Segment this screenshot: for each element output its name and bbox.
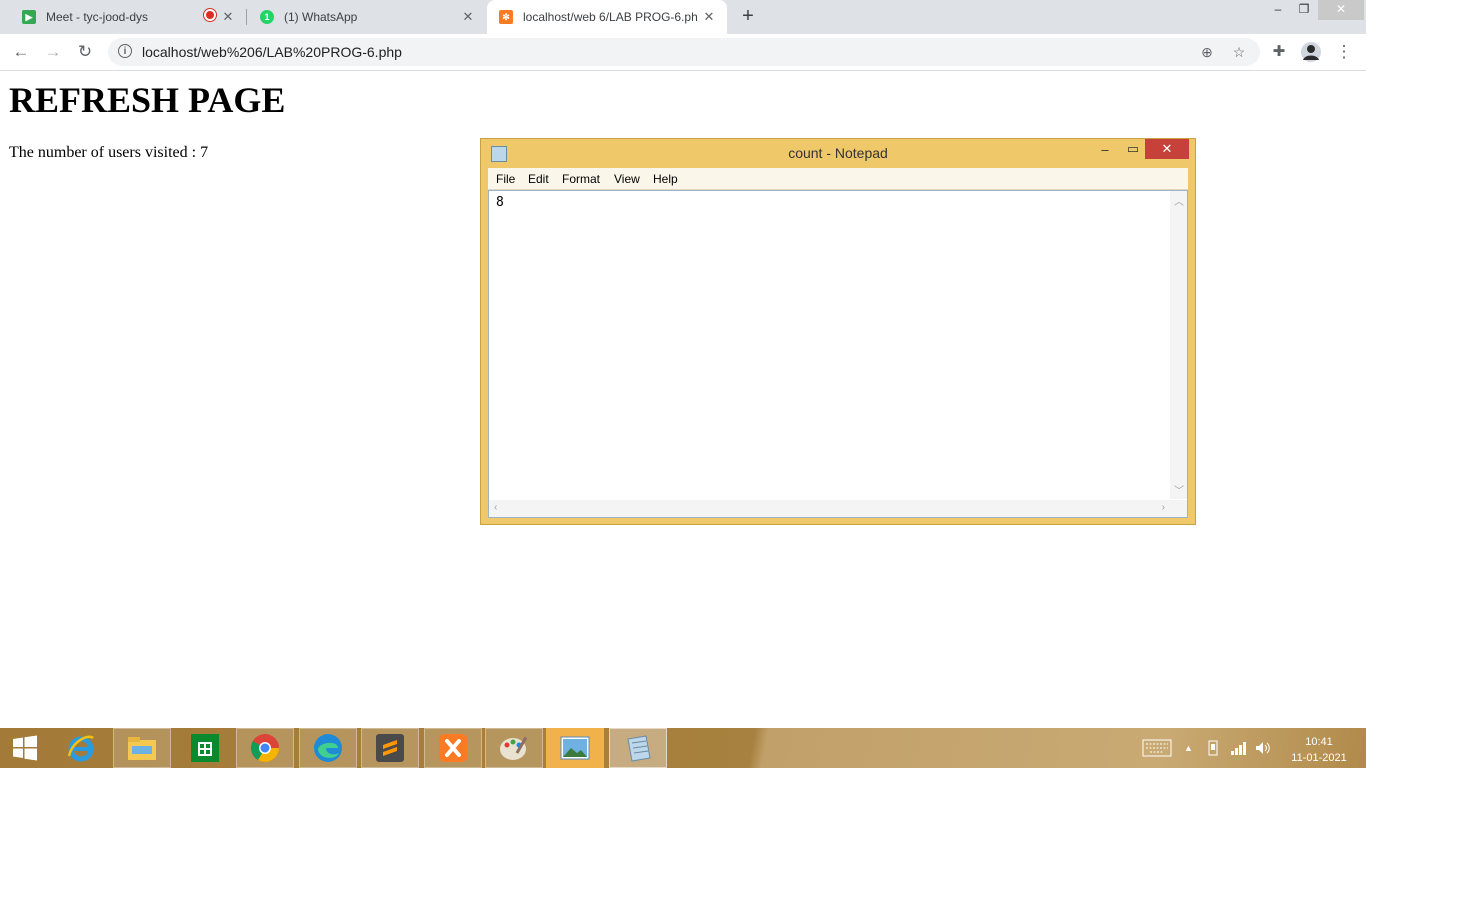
vertical-scrollbar[interactable]: ︿ ﹀ (1170, 191, 1187, 499)
close-tab-icon[interactable]: ✕ (701, 9, 717, 25)
menu-kebab-icon[interactable]: ⋮ (1333, 41, 1355, 63)
chrome-icon[interactable] (236, 728, 294, 768)
close-window-button[interactable]: ✕ (1318, 0, 1364, 20)
site-info-icon[interactable]: i (118, 44, 132, 58)
clock-date: 11-01-2021 (1291, 752, 1347, 764)
profile-avatar[interactable] (1300, 41, 1322, 63)
back-icon[interactable]: ← (10, 41, 32, 63)
extensions-icon[interactable]: ✚ (1268, 41, 1290, 63)
menu-help[interactable]: Help (653, 172, 678, 186)
photos-icon[interactable] (546, 728, 604, 768)
show-hidden-icons-icon[interactable]: ▲ (1184, 728, 1193, 768)
tab-title: localhost/web 6/LAB PROG-6.php (523, 10, 697, 24)
taskbar-clock[interactable]: 10:41 11-01-2021 (1284, 734, 1354, 766)
internet-explorer-icon[interactable] (52, 728, 110, 768)
tab-meet[interactable]: ▶ Meet - tyc-jood-dys ✕ (0, 0, 246, 34)
close-tab-icon[interactable]: ✕ (460, 9, 476, 25)
scroll-up-icon[interactable]: ︿ (1174, 193, 1184, 208)
visit-count-text: The number of users visited : 7 (9, 144, 209, 161)
notepad-content[interactable]: 8 (496, 195, 504, 210)
scroll-right-icon[interactable]: › (1162, 502, 1165, 513)
horizontal-scrollbar[interactable]: ‹ › (489, 500, 1170, 517)
store-icon[interactable] (176, 728, 234, 768)
volume-icon[interactable] (1254, 728, 1272, 768)
browser-toolbar: ← → ↻ i localhost/web%206/LAB%20PROG-6.p… (0, 34, 1366, 71)
new-tab-button[interactable]: + (738, 6, 758, 26)
zoom-icon[interactable]: ⊕ (1198, 43, 1216, 61)
notepad-minimize-button[interactable]: – (1093, 142, 1117, 160)
keyboard-icon[interactable] (1142, 728, 1172, 768)
xampp-icon[interactable] (424, 728, 482, 768)
notepad-title: count - Notepad (788, 145, 888, 161)
xampp-icon: ✻ (499, 10, 513, 24)
address-bar[interactable]: i localhost/web%206/LAB%20PROG-6.php ⊕ ☆ (108, 38, 1260, 66)
notepad-maximize-button[interactable]: ▭ (1121, 141, 1145, 159)
taskbar: ▲ 10:41 11-01-2021 (0, 728, 1366, 768)
tab-strip: ▶ Meet - tyc-jood-dys ✕ 1 (1) WhatsApp ✕… (0, 0, 1366, 34)
resize-grip-icon[interactable] (1170, 500, 1187, 517)
menu-file[interactable]: File (496, 172, 515, 186)
forward-icon[interactable]: → (42, 41, 64, 63)
notepad-icon[interactable] (609, 728, 667, 768)
network-adapter-icon[interactable] (1206, 728, 1222, 768)
file-explorer-icon[interactable] (113, 728, 171, 768)
menu-format[interactable]: Format (562, 172, 600, 186)
scroll-down-icon[interactable]: ﹀ (1174, 482, 1184, 497)
paint-icon[interactable] (485, 728, 543, 768)
tab-title: (1) WhatsApp (284, 10, 358, 24)
restore-window-button[interactable]: ❐ (1290, 0, 1318, 20)
url-text[interactable]: localhost/web%206/LAB%20PROG-6.php (142, 44, 402, 60)
recording-icon (206, 11, 214, 19)
sublime-text-icon[interactable] (361, 728, 419, 768)
google-meet-icon: ▶ (22, 10, 36, 24)
page-heading: REFRESH PAGE (9, 80, 286, 120)
menu-view[interactable]: View (614, 172, 640, 186)
scroll-left-icon[interactable]: ‹ (494, 502, 497, 513)
notepad-window[interactable]: count - Notepad – ▭ ✕ File Edit Format V… (480, 138, 1196, 525)
clock-time: 10:41 (1305, 736, 1333, 748)
start-icon[interactable] (0, 728, 50, 768)
edge-icon[interactable] (299, 728, 357, 768)
whatsapp-icon: 1 (260, 10, 274, 24)
screen: ▶ Meet - tyc-jood-dys ✕ 1 (1) WhatsApp ✕… (0, 0, 1366, 768)
minimize-window-button[interactable]: – (1264, 0, 1292, 20)
close-tab-icon[interactable]: ✕ (220, 9, 236, 25)
notepad-close-button[interactable]: ✕ (1145, 139, 1189, 159)
tab-localhost[interactable]: ✻ localhost/web 6/LAB PROG-6.php ✕ (487, 0, 727, 34)
notepad-text-area[interactable]: 8 ︿ ﹀ ‹ › (488, 190, 1188, 518)
tab-title: Meet - tyc-jood-dys (46, 10, 149, 24)
reload-icon[interactable]: ↻ (74, 41, 96, 63)
menu-edit[interactable]: Edit (528, 172, 549, 186)
tab-whatsapp[interactable]: 1 (1) WhatsApp ✕ (246, 0, 486, 34)
signal-icon[interactable] (1230, 728, 1248, 768)
notepad-menubar: File Edit Format View Help (488, 168, 1188, 190)
bookmark-star-icon[interactable]: ☆ (1230, 43, 1248, 61)
